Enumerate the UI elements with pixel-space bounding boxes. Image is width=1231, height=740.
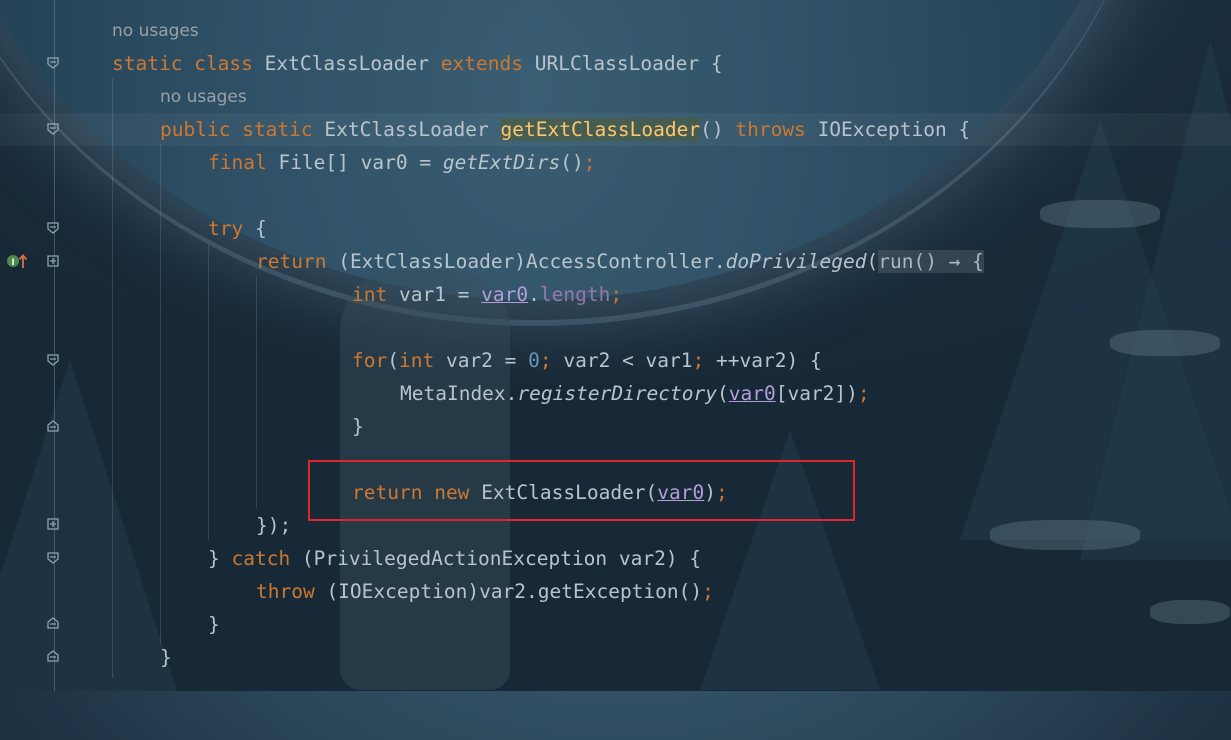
keyword: try xyxy=(208,217,244,240)
cast-expression: (ExtClassLoader)AccessController. xyxy=(338,250,726,273)
code-line[interactable]: } xyxy=(0,641,1231,674)
declaration: var1 = xyxy=(398,283,482,306)
keyword: int xyxy=(398,349,435,372)
declaration: File[] var0 = xyxy=(278,151,443,174)
captured-variable: var0 xyxy=(728,382,776,405)
paren: ( xyxy=(387,349,399,372)
lambda-close: }); xyxy=(256,514,292,537)
keyword: static xyxy=(112,52,183,75)
paren: ( xyxy=(717,382,729,405)
highlight-box xyxy=(308,460,855,521)
code-editor[interactable]: I no usages no usages static class ExtCl… xyxy=(0,0,1231,691)
static-call: getExtDirs xyxy=(442,151,561,174)
parens: () xyxy=(700,118,724,141)
keyword: int xyxy=(352,283,388,306)
brace: } xyxy=(160,646,172,669)
brace: { xyxy=(254,217,267,240)
field-access: length xyxy=(539,283,611,306)
keyword: extends xyxy=(440,52,523,75)
code-line[interactable]: public static ExtClassLoader getExtClass… xyxy=(0,113,1231,146)
keyword: class xyxy=(194,52,253,75)
usages-hint[interactable]: no usages xyxy=(160,86,247,108)
code-line[interactable]: static class ExtClassLoader extends URLC… xyxy=(0,47,1231,80)
code-line[interactable]: } catch (PrivilegedActionException var2)… xyxy=(0,542,1231,575)
brace: } xyxy=(208,547,232,570)
static-call: registerDirectory xyxy=(517,382,717,405)
return-type: ExtClassLoader xyxy=(324,118,489,141)
class-reference: MetaIndex. xyxy=(400,382,518,405)
exception-type: IOException xyxy=(817,118,947,141)
code-line[interactable]: throw (IOException)var2.getException(); xyxy=(0,575,1231,608)
brace: } xyxy=(208,613,220,636)
code-line[interactable]: } xyxy=(0,410,1231,443)
increment: ++var2) { xyxy=(704,349,822,372)
code-line[interactable]: final File[] var0 = getExtDirs(); xyxy=(0,146,1231,179)
semicolon: ; xyxy=(539,349,552,372)
number-literal: 0 xyxy=(528,349,540,372)
superclass-name: URLClassLoader xyxy=(534,52,700,75)
code-line[interactable]: try { xyxy=(0,212,1231,245)
code-line[interactable]: } xyxy=(0,608,1231,641)
code-line[interactable]: for(int var2 = 0; var2 < var1; ++var2) { xyxy=(0,344,1231,377)
keyword: throw xyxy=(256,580,315,603)
keyword: catch xyxy=(231,547,291,570)
usages-hint[interactable]: no usages xyxy=(112,20,199,42)
index-expression: [var2]) xyxy=(775,382,858,405)
semicolon: ; xyxy=(702,580,714,603)
keyword: for xyxy=(352,349,388,372)
class-name: ExtClassLoader xyxy=(264,52,430,75)
folded-lambda[interactable]: run() → { xyxy=(878,250,984,273)
brace: { xyxy=(710,52,723,75)
condition: var2 < var1 xyxy=(551,349,693,372)
paren: ( xyxy=(866,250,879,273)
semicolon: ; xyxy=(583,151,596,174)
static-call: doPrivileged xyxy=(725,250,867,273)
semicolon: ; xyxy=(857,382,870,405)
dot: . xyxy=(528,283,540,306)
semicolon: ; xyxy=(692,349,705,372)
captured-variable: var0 xyxy=(481,283,529,306)
catch-clause: (PrivilegedActionException var2) { xyxy=(290,547,702,570)
throw-expression: (IOException)var2.getException() xyxy=(314,580,703,603)
code-line[interactable]: int var1 = var0.length; xyxy=(0,278,1231,311)
keyword: static xyxy=(242,118,313,141)
keyword: throws xyxy=(735,118,806,141)
declaration: var2 = xyxy=(434,349,529,372)
brace: } xyxy=(352,415,364,438)
parens: () xyxy=(560,151,584,174)
code-line[interactable]: MetaIndex.registerDirectory(var0[var2]); xyxy=(0,377,1231,410)
semicolon: ; xyxy=(610,283,623,306)
keyword: final xyxy=(208,151,267,174)
brace: { xyxy=(958,118,971,141)
keyword: public xyxy=(160,118,231,141)
method-name: getExtClassLoader xyxy=(500,118,701,141)
code-line[interactable]: return (ExtClassLoader)AccessController.… xyxy=(0,245,1231,278)
keyword: return xyxy=(256,250,327,273)
